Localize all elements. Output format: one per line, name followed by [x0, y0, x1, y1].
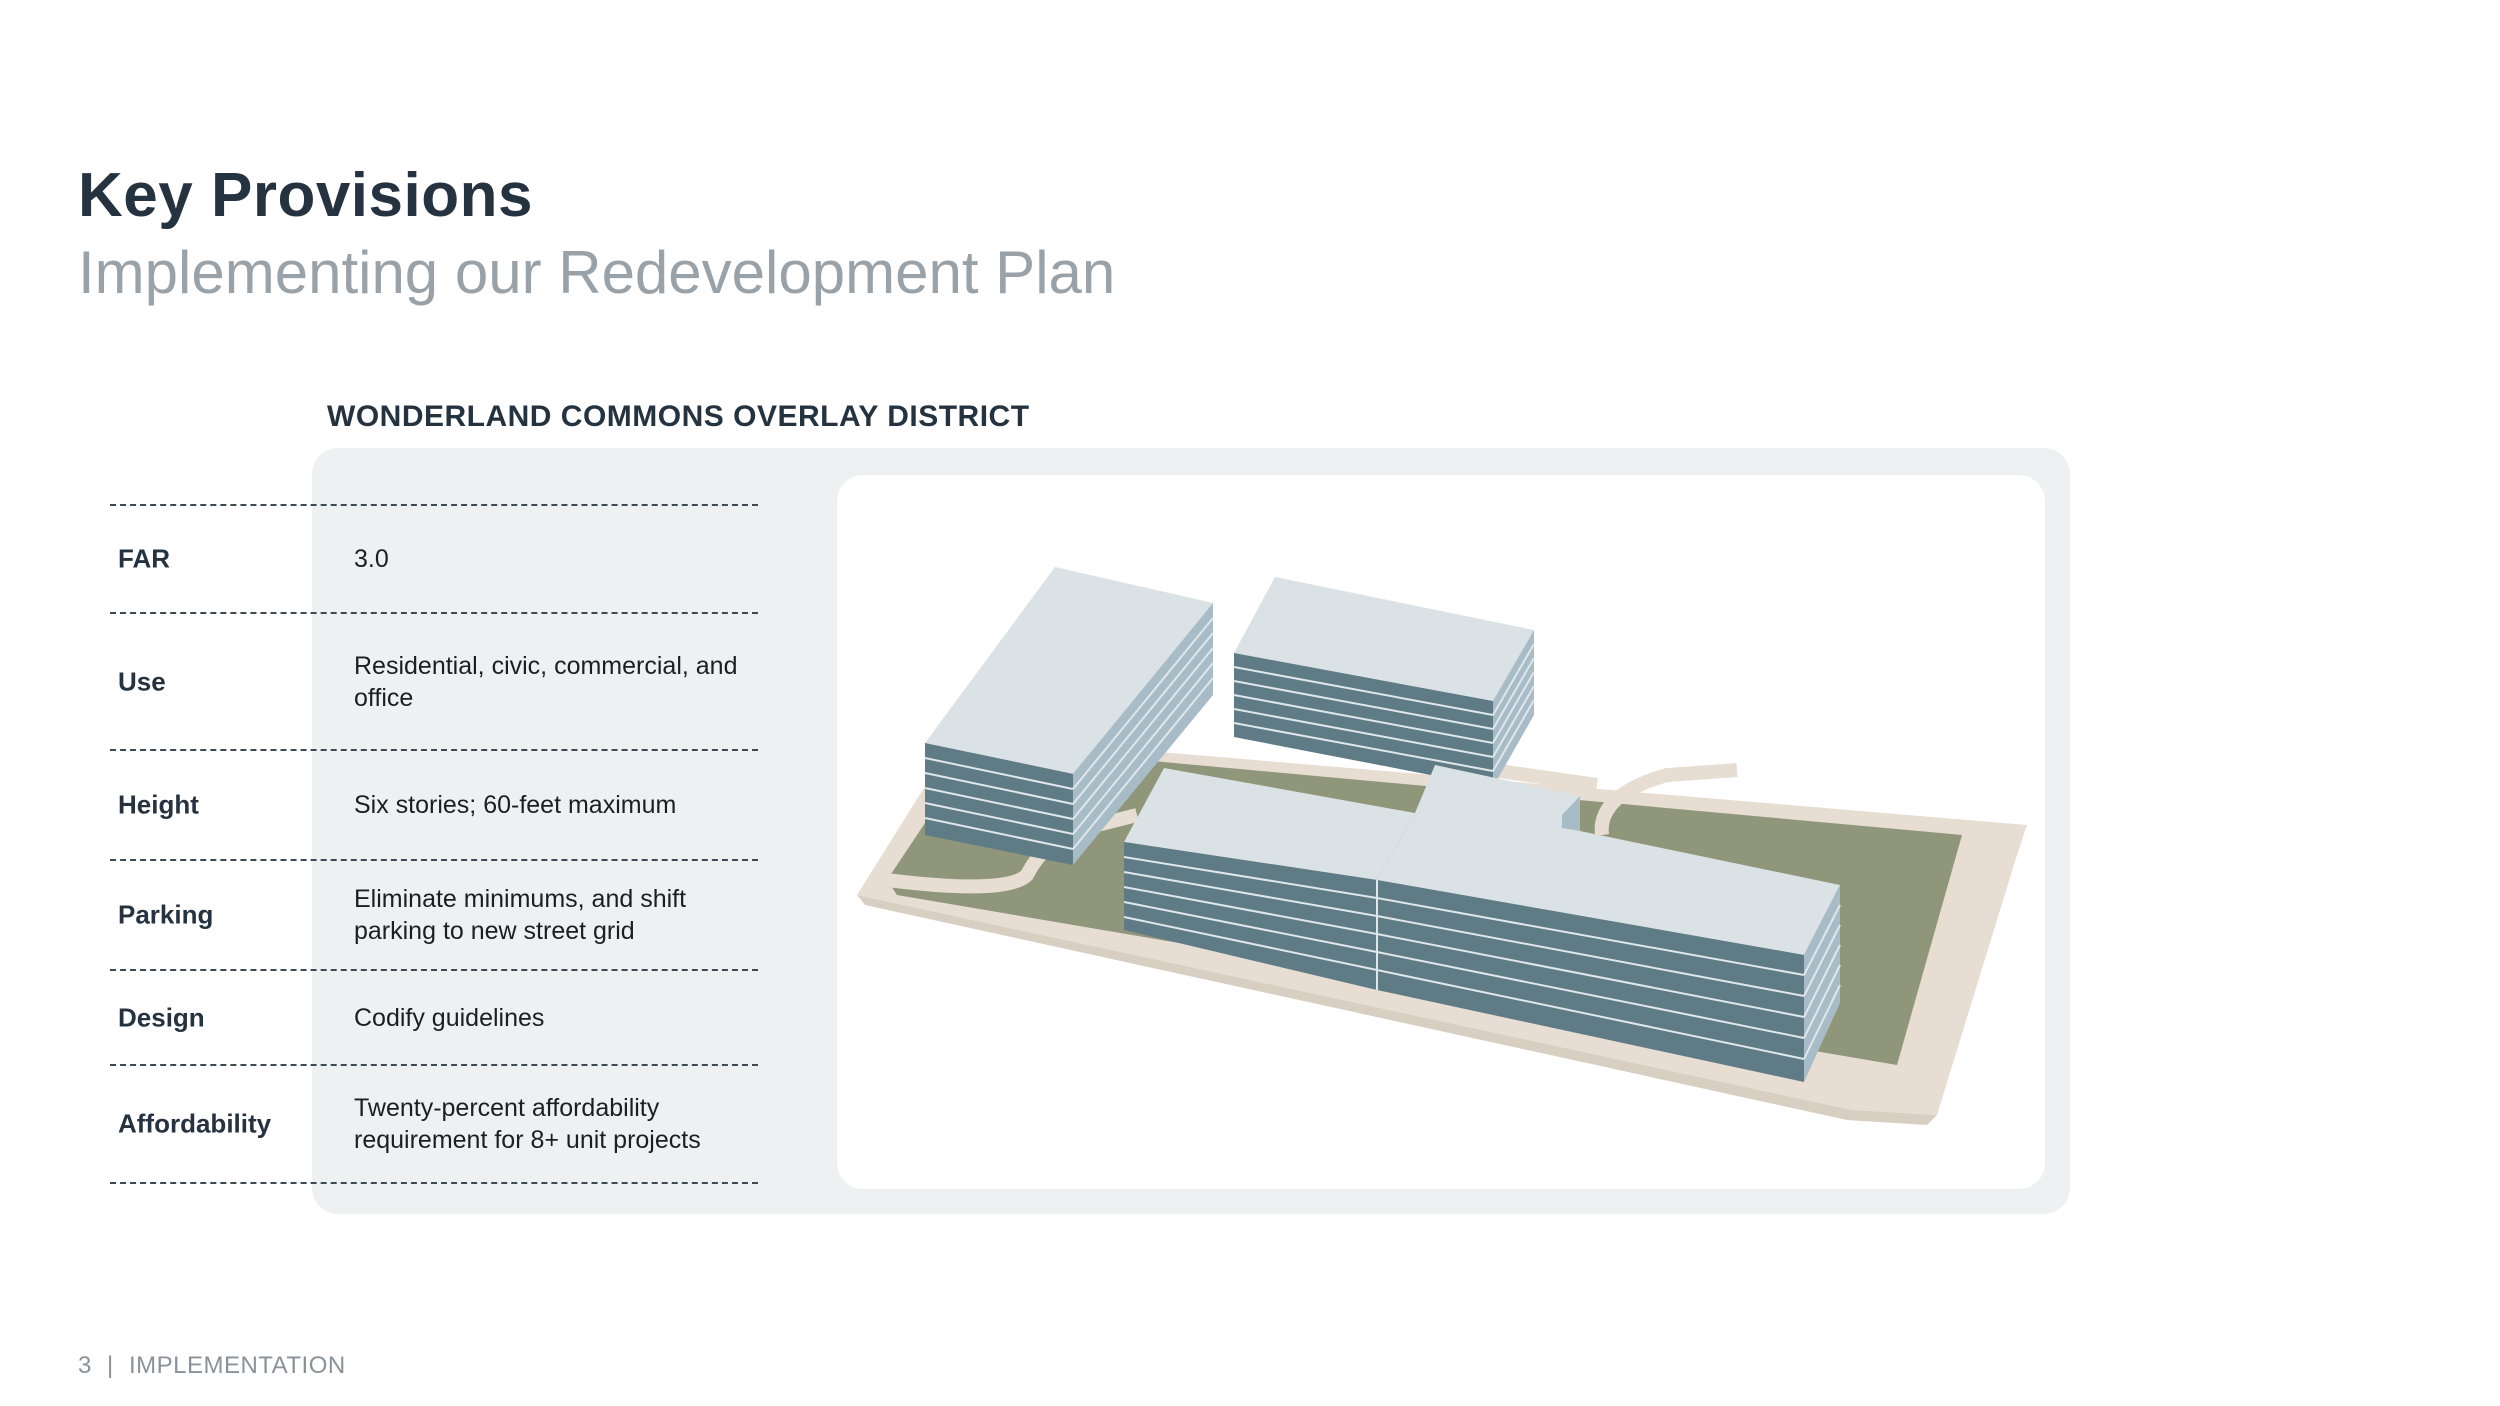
district-title: WONDERLAND COMMONS OVERLAY DISTRICT [327, 400, 1030, 433]
provision-label: Use [118, 666, 166, 696]
provisions-table: FAR 3.0 Use Residential, civic, commerci… [110, 504, 758, 1184]
footer-separator: | [107, 1352, 114, 1379]
page-title: Key Provisions [78, 161, 533, 230]
provision-label: FAR [118, 543, 170, 574]
provision-row-design: Design Codify guidelines [110, 969, 758, 1064]
footer-section: IMPLEMENTATION [128, 1352, 346, 1379]
provision-row-affordability: Affordability Twenty-percent affordabili… [110, 1064, 758, 1184]
provision-row-height: Height Six stories; 60-feet maximum [110, 749, 758, 859]
provision-value: Residential, civic, commercial, and offi… [354, 651, 738, 712]
provision-value: Eliminate minimums, and shift parking to… [354, 885, 687, 945]
page-footer: 3 | IMPLEMENTATION [78, 1352, 346, 1380]
provision-row-far: FAR 3.0 [110, 504, 758, 612]
provision-label: Parking [118, 899, 214, 930]
massing-model [857, 567, 2027, 1125]
provision-value: Six stories; 60-feet maximum [354, 791, 677, 819]
provision-value: Twenty-percent affordability requirement… [354, 1094, 701, 1154]
page-subtitle: Implementing our Redevelopment Plan [78, 239, 1116, 306]
provision-label: Height [118, 789, 199, 820]
provision-row-parking: Parking Eliminate minimums, and shift pa… [110, 859, 758, 969]
district-massing-illustration [837, 475, 2045, 1189]
page-number: 3 [78, 1352, 92, 1379]
provision-value: Codify guidelines [354, 1003, 545, 1032]
provision-label: Design [118, 1002, 205, 1032]
provision-value: 3.0 [354, 545, 389, 573]
provision-label: Affordability [118, 1108, 272, 1139]
provision-row-use: Use Residential, civic, commercial, and … [110, 612, 758, 749]
